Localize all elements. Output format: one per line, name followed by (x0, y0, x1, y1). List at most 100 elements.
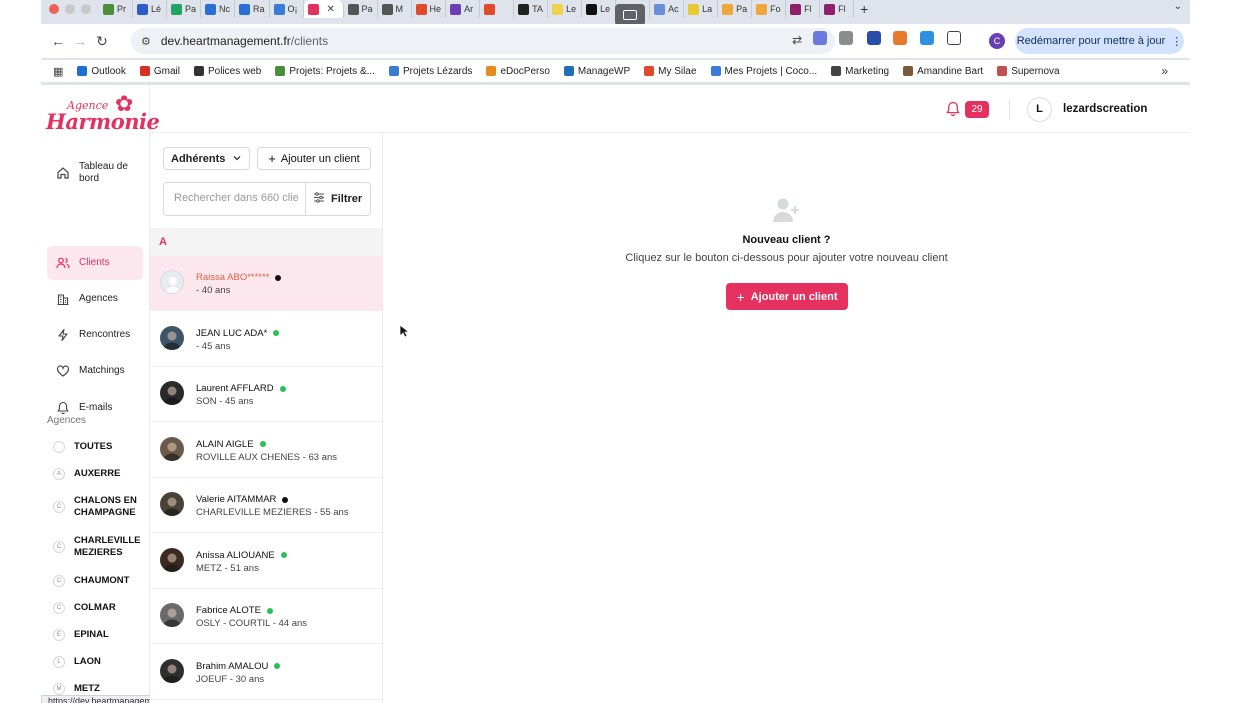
bookmark-item[interactable]: Projets Lézards (388, 66, 472, 77)
nav-item-label: Clients (79, 257, 110, 268)
client-row[interactable]: JEAN LUC ADA* - 45 ans (150, 312, 382, 367)
more-bookmarks-icon[interactable]: » (1161, 64, 1168, 78)
agency-filter-item[interactable]: TOUTES (53, 441, 145, 453)
bookmark-item[interactable]: Marketing (831, 66, 889, 77)
bookmark-item[interactable]: Outlook (77, 66, 126, 77)
minimize-window-button[interactable] (65, 4, 75, 14)
filter-button[interactable]: Filtrer (313, 192, 362, 206)
translate-icon[interactable]: ⇄ (792, 33, 802, 47)
browser-tab[interactable]: Ac (650, 0, 685, 18)
browser-tab[interactable]: O¡ (270, 0, 304, 18)
browser-tab[interactable]: Nc (201, 0, 236, 18)
search-divider (305, 183, 306, 215)
tab-favicon-icon (756, 3, 768, 15)
agency-filter-item[interactable]: L LAON (53, 656, 145, 668)
client-row[interactable]: Fabrice ALOTE OSLY - COURTIL - 44 ans (150, 589, 382, 644)
extension-doc-icon[interactable] (920, 31, 934, 45)
reload-icon[interactable]: ↻ (91, 33, 113, 50)
profile-avatar[interactable]: C (989, 33, 1005, 49)
browser-tab[interactable]: Ra (235, 0, 270, 18)
browser-tab[interactable]: Fo (752, 0, 787, 18)
add-client-primary-button[interactable]: + Ajouter un client (726, 283, 848, 310)
agency-filter-item[interactable]: M METZ (53, 683, 145, 695)
address-bar[interactable]: ⚙ dev.heartmanagement.fr/clients ⇄ ☆ (131, 28, 835, 54)
member-type-dropdown[interactable]: Adhérents (163, 147, 250, 170)
nav-item-bolt[interactable]: Rencontres (47, 318, 143, 352)
close-tab-icon[interactable]: ✕ (327, 4, 335, 15)
client-row[interactable]: Valerie AITAMMAR CHARLEVILLE MEZIERES - 5… (150, 478, 382, 533)
browser-tab[interactable]: Ar (446, 0, 481, 18)
extensions-puzzle-icon[interactable] (947, 31, 961, 45)
browser-tab[interactable]: M (378, 0, 412, 18)
search-input[interactable] (174, 192, 298, 204)
bookmark-item[interactable]: Polices web (194, 66, 261, 77)
browser-tab[interactable]: Pa (718, 0, 753, 18)
agency-filter-item[interactable]: C CHARLEVILLE MEZIERES (53, 535, 145, 559)
tab-search-chevron-icon[interactable]: ⌄ (1174, 1, 1182, 12)
browser-tab[interactable]: Fl (820, 0, 855, 18)
agency-filter-item[interactable]: E EPINAL (53, 629, 145, 641)
forward-arrow-icon[interactable]: → (69, 33, 91, 49)
client-row[interactable]: Laurent AFFLARD SON - 45 ans (150, 367, 382, 422)
restart-update-button[interactable]: Redémarrer pour mettre à jour ⋮ (1015, 28, 1184, 54)
bookmark-item[interactable]: ManageWP (563, 66, 630, 77)
agency-filter-item[interactable]: C CHALONS EN CHAMPAGNE (53, 495, 145, 519)
bookmark-item[interactable]: Projets: Projets &... (275, 66, 375, 77)
tab-title: Lé (151, 4, 162, 14)
bookmark-item[interactable]: Gmail (139, 66, 180, 77)
browser-tab[interactable]: Fl (786, 0, 821, 18)
bookmark-item[interactable]: Amandine Bart (903, 66, 983, 77)
back-arrow-icon[interactable]: ← (47, 33, 69, 49)
user-avatar[interactable]: L (1027, 97, 1052, 122)
browser-tab[interactable]: Le (582, 0, 617, 18)
browser-tab[interactable]: TA (514, 0, 549, 18)
picture-in-picture-icon[interactable] (615, 4, 645, 26)
browser-tab[interactable]: La (684, 0, 719, 18)
maximize-window-button[interactable] (81, 4, 91, 14)
browser-tab[interactable] (480, 0, 515, 18)
bookmark-item[interactable]: eDocPerso (486, 66, 550, 77)
nav-item-users[interactable]: Clients (47, 246, 143, 280)
extension-d-icon[interactable] (813, 31, 827, 45)
bolt-icon (56, 328, 70, 342)
browser-tab[interactable]: Pa (167, 0, 202, 18)
client-row[interactable]: Brahim AMALOU JOEUF - 30 ans (150, 645, 382, 700)
bookmark-item[interactable]: Supernova (997, 66, 1060, 77)
bookmark-item[interactable]: My Silae (644, 66, 697, 77)
client-row[interactable]: ALAIN AIGLE ROVILLE AUX CHENES - 63 ans (150, 423, 382, 478)
agency-filter-item[interactable]: C COLMAR (53, 602, 145, 614)
browser-tab[interactable]: Le (548, 0, 583, 18)
extension-shield-icon[interactable] (867, 31, 881, 45)
nav-item-home[interactable]: Tableau de bord (47, 156, 143, 190)
client-location-age: ROVILLE AUX CHENES - 63 ans (196, 451, 337, 463)
bookmark-item[interactable]: Mes Projets | Coco... (710, 66, 817, 77)
browser-tab[interactable]: Lé (133, 0, 167, 18)
extension-chess-icon[interactable] (893, 31, 907, 45)
notification-count-badge[interactable]: 29 (965, 101, 989, 118)
username-label[interactable]: lezardscreation (1063, 103, 1147, 115)
nav-item-building[interactable]: Agences (47, 282, 143, 316)
agence-harmonie-logo[interactable]: Agence Harmonie ✿ (45, 91, 160, 141)
browser-tab[interactable]: Pr (99, 0, 133, 18)
new-tab-button[interactable]: + (860, 1, 868, 17)
status-dot-icon (280, 552, 287, 558)
client-row[interactable]: Anissa ALIOUANE METZ - 51 ans (150, 534, 382, 589)
client-name-line: Anissa ALIOUANE (196, 550, 287, 561)
add-client-button[interactable]: + Ajouter un client (257, 147, 371, 170)
apps-grid-icon[interactable]: ▦ (53, 65, 63, 78)
browser-tab[interactable]: He (412, 0, 447, 18)
browser-tab[interactable]: ✕ (303, 0, 344, 18)
agency-filter-item[interactable]: C CHAUMONT (53, 575, 145, 587)
close-window-button[interactable] (49, 4, 59, 14)
notification-bell-icon[interactable] (946, 101, 960, 120)
agency-radio: M (53, 683, 65, 695)
extension-camera-icon[interactable] (839, 31, 853, 45)
site-settings-icon[interactable]: ⚙ (141, 35, 151, 48)
agency-filter-item[interactable]: A AUXERRE (53, 468, 145, 480)
nav-item-heart[interactable]: Matchings (47, 354, 143, 388)
client-location-age: OSLY - COURTIL - 44 ans (196, 618, 308, 629)
client-row[interactable]: Raissa ABO****** - 40 ans (150, 256, 382, 311)
browser-tab[interactable]: Pa (344, 0, 378, 18)
add-client-primary-label: Ajouter un client (750, 290, 838, 303)
tab-title: Le (566, 4, 577, 14)
